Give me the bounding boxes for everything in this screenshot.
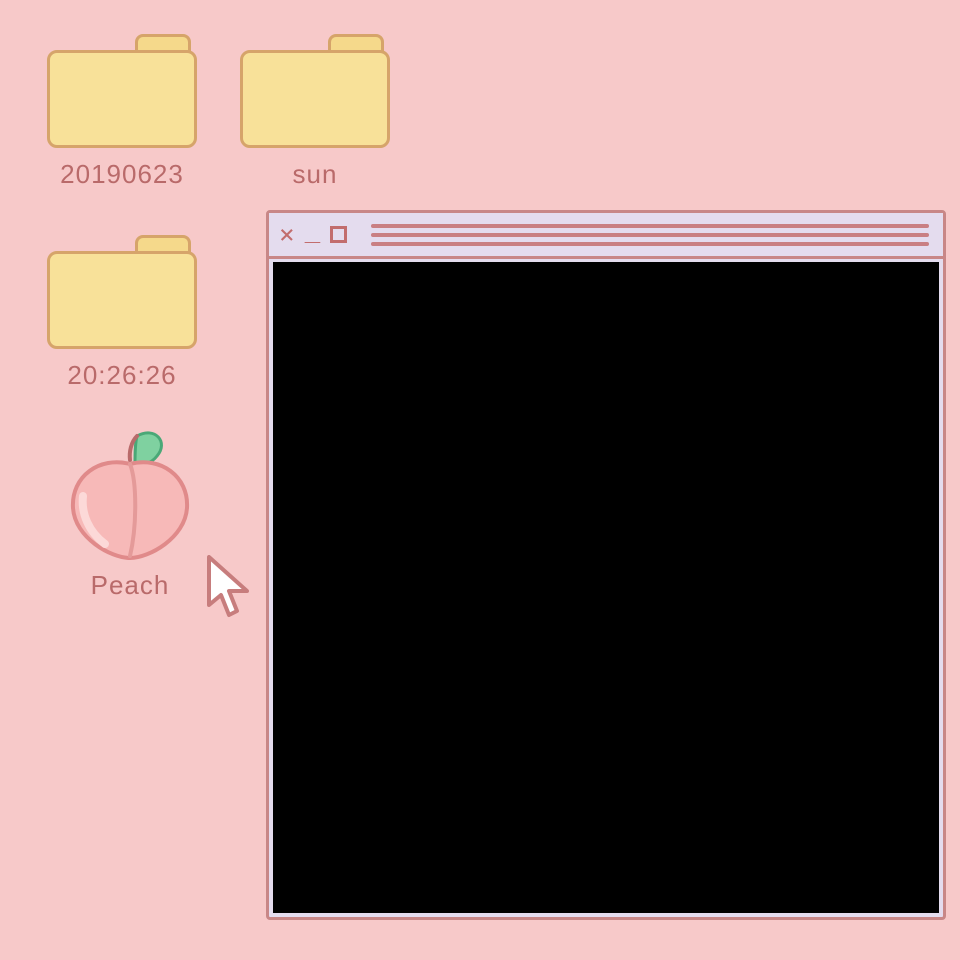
folder-icon	[47, 34, 197, 149]
folder-icon	[240, 34, 390, 149]
arrow-cursor-icon	[205, 555, 251, 623]
close-icon[interactable]: ×	[279, 222, 295, 248]
icon-label: sun	[235, 159, 395, 190]
window-content	[273, 262, 939, 913]
icon-label: 20:26:26	[42, 360, 202, 391]
minimize-icon[interactable]: _	[305, 216, 321, 242]
app-peach[interactable]: Peach	[55, 430, 205, 601]
app-window[interactable]: × _	[266, 210, 946, 920]
icon-label: Peach	[55, 570, 205, 601]
titlebar-grip-icon	[371, 224, 929, 246]
folder-time[interactable]: 20:26:26	[42, 235, 202, 391]
folder-icon	[47, 235, 197, 350]
maximize-icon[interactable]	[330, 226, 347, 243]
folder-sun[interactable]: sun	[235, 34, 395, 190]
icon-label: 20190623	[42, 159, 202, 190]
peach-icon	[65, 430, 195, 560]
window-titlebar[interactable]: × _	[269, 213, 943, 259]
folder-20190623[interactable]: 20190623	[42, 34, 202, 190]
